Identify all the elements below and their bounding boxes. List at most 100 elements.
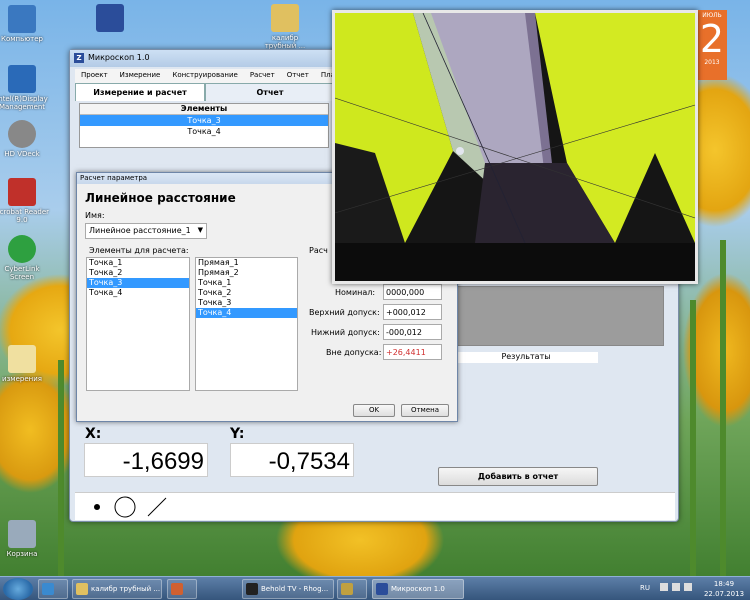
calc-elements-list[interactable]: Точка_1 Точка_2 Точка_3 Точка_4 (86, 257, 190, 391)
drawing-toolbar (75, 492, 675, 520)
y-label: Y: (230, 426, 245, 442)
elements-header: Элементы (80, 104, 328, 115)
flower-stem (690, 300, 696, 580)
desktop-icon-recycle-bin[interactable]: Корзина (0, 520, 52, 558)
desktop-icon-display[interactable]: Intel(R)Display Management (0, 65, 52, 111)
circle-tool-icon[interactable] (113, 495, 137, 519)
tool-icon (341, 583, 353, 595)
nominal-field[interactable]: 0000,000 (383, 284, 442, 300)
recycle-bin-icon (8, 520, 36, 548)
calendar-gadget[interactable]: ИЮЛЬ 2 2013 (697, 10, 727, 80)
menu-report[interactable]: Отчет (281, 69, 315, 83)
app-logo-icon: Z (74, 53, 84, 63)
menu-construct[interactable]: Конструирование (166, 69, 243, 83)
flower-stem (58, 360, 64, 580)
desktop-icon-vdeck[interactable]: HD VDeck (0, 120, 52, 158)
microscope-app-icon (376, 583, 388, 595)
taskbar-tool[interactable] (337, 579, 367, 599)
list-item[interactable]: Прямая_2 (196, 268, 297, 278)
folder-icon (8, 345, 36, 373)
display-management-icon (8, 65, 36, 93)
upper-tolerance-field[interactable]: +000,012 (383, 304, 442, 320)
taskbar-media[interactable] (167, 579, 197, 599)
flower-stem (720, 240, 726, 580)
acrobat-icon (8, 178, 36, 206)
add-to-report-button[interactable]: Добавить в отчет (438, 467, 598, 486)
list-item[interactable]: Точка_4 (196, 308, 297, 318)
image-bottom-shadow (335, 243, 695, 281)
taskbar-behold-tv[interactable]: Behold TV - Rhog... (242, 579, 334, 599)
list-item[interactable]: Точка_4 (87, 288, 189, 298)
taskbar: калибр трубный ... Behold TV - Rhog... М… (0, 576, 750, 600)
list-item[interactable]: Точка_2 (196, 288, 297, 298)
folder-icon (76, 583, 88, 595)
point-icon (94, 504, 100, 510)
microscope-camera-view[interactable] (332, 10, 698, 284)
x-value: -1,6699 (84, 443, 208, 477)
tab-measure-calc[interactable]: Измерение и расчет (75, 83, 205, 101)
results-button[interactable]: Результаты (454, 352, 598, 363)
taskbar-folder[interactable]: калибр трубный ... (72, 579, 162, 599)
language-indicator[interactable]: RU (640, 584, 650, 592)
point-tool-icon[interactable] (85, 495, 109, 519)
desktop-icon-acrobat[interactable]: Acrobat Reader 9.0 (0, 178, 52, 224)
tab-strip: Измерение и расчет Отчет (75, 83, 335, 101)
list-item[interactable]: Точка_2 (87, 268, 189, 278)
thread-profile-image (335, 13, 695, 281)
nominal-label: Номинал: (335, 288, 376, 297)
folder-icon (271, 4, 299, 32)
taskbar-ie[interactable] (38, 579, 68, 599)
list-item[interactable]: Точка_3 (87, 278, 189, 288)
volume-icon[interactable] (672, 583, 680, 591)
list-item[interactable]: Прямая_1 (196, 258, 297, 268)
microscope-app-icon (96, 4, 124, 32)
taskbar-microscope[interactable]: Микроскоп 1.0 (372, 579, 464, 599)
desktop-icon-cyberlink[interactable]: CyberLink Screen (0, 235, 52, 281)
lower-tolerance-field[interactable]: -000,012 (383, 324, 442, 340)
line-icon (147, 497, 167, 517)
tray-icon[interactable] (660, 583, 668, 591)
y-value: -0,7534 (230, 443, 354, 477)
menu-project[interactable]: Проект (75, 69, 114, 83)
desktop-icon-computer[interactable]: Компьютер (0, 5, 52, 43)
cancel-button[interactable]: Отмена (401, 404, 449, 417)
ok-button[interactable]: OK (353, 404, 395, 417)
network-icon[interactable] (684, 583, 692, 591)
name-label: Имя: (85, 211, 105, 220)
calc-elements-label: Элементы для расчета: (89, 246, 189, 255)
tv-icon (246, 583, 258, 595)
clock-time[interactable]: 18:49 (706, 580, 742, 588)
tab-report[interactable]: Отчет (205, 83, 335, 101)
results-panel (454, 286, 664, 346)
x-label: X: (85, 426, 102, 442)
line-tool-icon[interactable] (145, 495, 169, 519)
menu-calc[interactable]: Расчет (244, 69, 281, 83)
highlight-spot (456, 147, 464, 155)
window-title: Микроскоп 1.0 (88, 53, 150, 62)
computer-icon (8, 5, 36, 33)
dialog-heading: Линейное расстояние (85, 191, 236, 205)
start-button[interactable] (3, 578, 33, 600)
menu-measure[interactable]: Измерение (114, 69, 167, 83)
table-row[interactable]: Точка_4 (80, 126, 328, 137)
name-combobox[interactable]: Линейное расстояние_1 ▼ (85, 223, 207, 239)
upper-tolerance-label: Верхний допуск: (309, 308, 380, 317)
desktop-icon-measurements[interactable]: измерения (0, 345, 52, 383)
name-combobox-value: Линейное расстояние_1 (89, 226, 191, 235)
table-row[interactable]: Точка_3 (80, 115, 328, 126)
all-elements-list[interactable]: Прямая_1 Прямая_2 Точка_1 Точка_2 Точка_… (195, 257, 298, 391)
ie-icon (42, 583, 54, 595)
media-player-icon (171, 583, 183, 595)
elements-table: Элементы Точка_3 Точка_4 (79, 103, 329, 148)
list-item[interactable]: Точка_3 (196, 298, 297, 308)
out-of-tolerance-label: Вне допуска: (326, 348, 382, 357)
lower-tolerance-label: Нижний допуск: (311, 328, 380, 337)
list-item[interactable]: Точка_1 (87, 258, 189, 268)
list-item[interactable]: Точка_1 (196, 278, 297, 288)
chevron-down-icon: ▼ (197, 226, 203, 234)
desktop-icon-folder[interactable]: калибр трубный ... (255, 4, 315, 50)
system-tray: RU 18:49 22.07.2013 (630, 577, 750, 601)
clock-date[interactable]: 22.07.2013 (702, 590, 746, 598)
cyberlink-icon (8, 235, 36, 263)
desktop-icon-microscope[interactable] (80, 4, 140, 34)
